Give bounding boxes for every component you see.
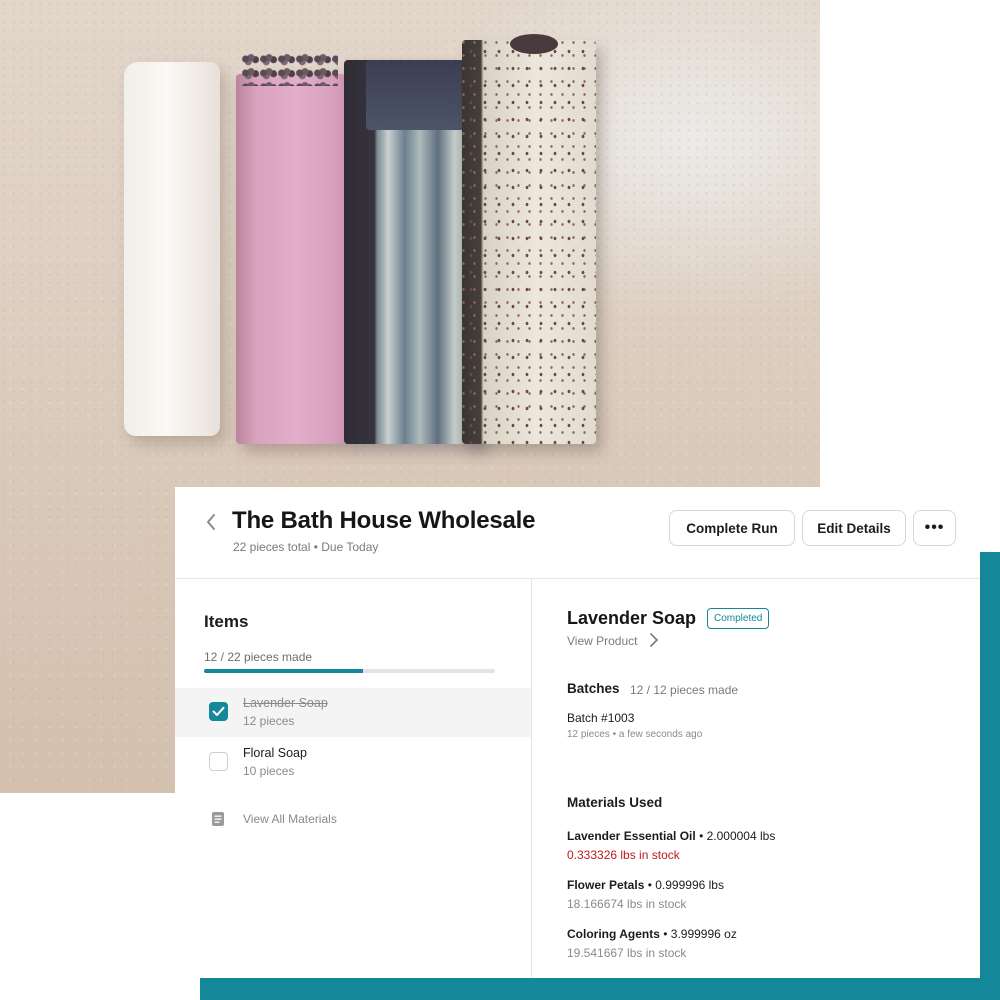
item-checkbox[interactable] (209, 702, 228, 721)
more-options-button[interactable]: ••• (913, 510, 956, 546)
material-line: Coloring Agents • 3.999996 oz (567, 927, 737, 941)
run-summary: 22 pieces total • Due Today (233, 540, 379, 554)
material-line: Flower Petals • 0.999996 lbs (567, 878, 724, 892)
accent-bar-right (980, 552, 1000, 1000)
edit-details-button[interactable]: Edit Details (802, 510, 906, 546)
material-stock: 19.541667 lbs in stock (567, 946, 687, 960)
view-all-materials-link[interactable]: View All Materials (211, 811, 337, 827)
view-all-materials-label: View All Materials (243, 812, 337, 826)
pieces-progress-bar (204, 669, 495, 673)
pieces-progress-label: 12 / 22 pieces made (204, 650, 313, 664)
items-panel: Items 12 / 22 pieces made Lavender Soap … (175, 579, 532, 978)
product-title: Lavender Soap (567, 608, 697, 628)
material-name: Flower Petals (567, 878, 645, 892)
material-name: Lavender Essential Oil (567, 829, 696, 843)
pink-soap-bar (236, 52, 346, 444)
material-row: Coloring Agents • 3.999996 oz 19.541667 … (567, 927, 737, 960)
back-chevron-icon[interactable] (203, 511, 219, 533)
speckled-soap-bar (462, 34, 596, 444)
chevron-right-icon[interactable] (649, 631, 659, 649)
marbled-soap-top (366, 60, 476, 130)
production-run-card: The Bath House Wholesale 22 pieces total… (175, 487, 980, 978)
item-name: Lavender Soap (243, 696, 328, 710)
pieces-progress-fill (204, 669, 363, 673)
item-detail-panel: Lavender Soap Completed View Product Bat… (532, 579, 980, 978)
material-amount: • 3.999996 oz (663, 927, 737, 941)
item-checkbox[interactable] (209, 752, 228, 771)
batch-name[interactable]: Batch #1003 (567, 711, 634, 725)
batch-meta: 12 pieces • a few seconds ago (567, 729, 703, 740)
item-name: Floral Soap (243, 746, 307, 760)
speckled-soap-top (510, 34, 558, 54)
item-quantity: 12 pieces (243, 714, 295, 728)
document-icon (212, 812, 224, 826)
batches-progress: 12 / 12 pieces made (630, 683, 739, 697)
status-badge: Completed (707, 608, 770, 629)
item-quantity: 10 pieces (243, 764, 295, 778)
marketing-canvas: The Bath House Wholesale 22 pieces total… (0, 0, 1000, 1000)
material-row: Flower Petals • 0.999996 lbs 18.166674 l… (567, 878, 724, 911)
material-line: Lavender Essential Oil • 2.000004 lbs (567, 829, 775, 843)
lavender-topping (242, 52, 338, 86)
item-row-lavender-soap[interactable]: Lavender Soap 12 pieces (175, 688, 531, 737)
batches-heading: Batches (567, 681, 620, 696)
material-stock: 18.166674 lbs in stock (567, 897, 687, 911)
view-product-link[interactable]: View Product (567, 634, 637, 648)
run-header: The Bath House Wholesale 22 pieces total… (175, 487, 980, 579)
complete-run-button[interactable]: Complete Run (669, 510, 795, 546)
checkmark-icon (212, 706, 225, 716)
items-heading: Items (204, 612, 249, 631)
material-row: Lavender Essential Oil • 2.000004 lbs 0.… (567, 829, 775, 862)
materials-heading: Materials Used (567, 795, 663, 810)
material-stock-low: 0.333326 lbs in stock (567, 848, 680, 862)
accent-bar-bottom (200, 978, 1000, 1000)
material-amount: • 2.000004 lbs (699, 829, 776, 843)
material-name: Coloring Agents (567, 927, 660, 941)
item-row-floral-soap[interactable]: Floral Soap 10 pieces (175, 738, 531, 787)
page-title: The Bath House Wholesale (232, 507, 536, 534)
white-soap-bar (124, 62, 220, 436)
material-amount: • 0.999996 lbs (647, 878, 724, 892)
